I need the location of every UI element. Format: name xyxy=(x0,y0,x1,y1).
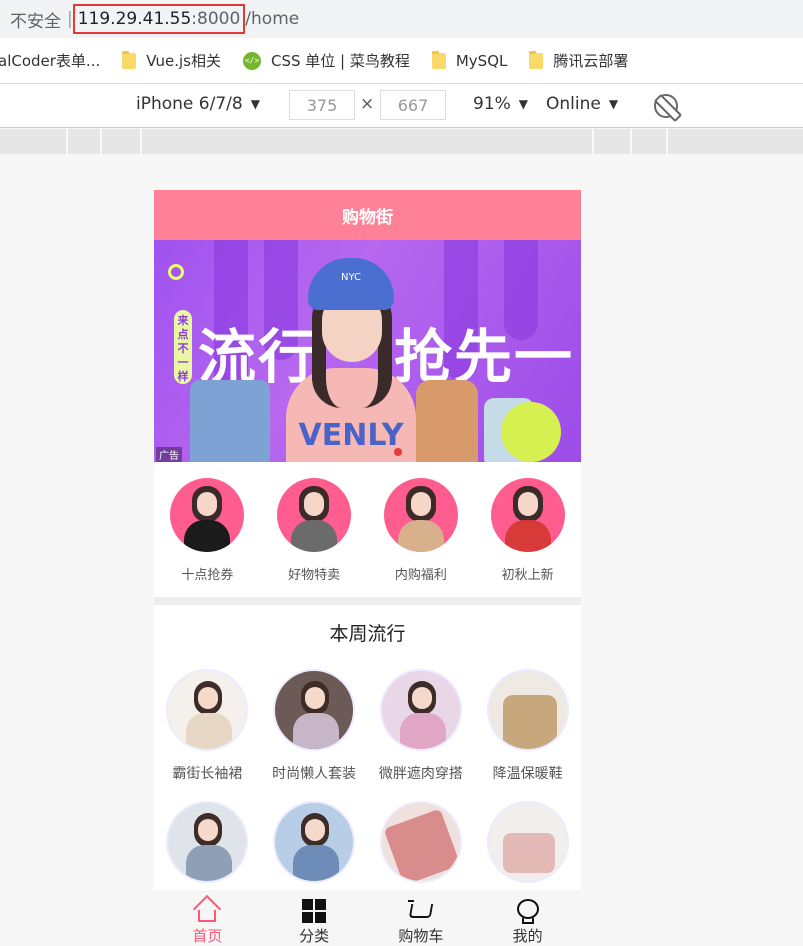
recommend-item[interactable]: 初秋上新 xyxy=(474,478,581,597)
folder-icon xyxy=(431,50,446,69)
recommend-label: 内购福利 xyxy=(394,568,447,583)
url-path: /home xyxy=(245,9,300,29)
banner-swiper[interactable]: 来点不一样 流行 抢先一步 VENLY NYC 广告 xyxy=(154,240,581,462)
chevron-down-icon: ▼ xyxy=(608,97,619,111)
tab-label: 我的 xyxy=(512,927,543,945)
bookmark-label: 腾讯云部署 xyxy=(553,52,629,70)
blob-decoration xyxy=(501,402,561,462)
recommend-item[interactable]: 好物特卖 xyxy=(261,478,368,597)
product-image xyxy=(166,669,249,751)
phone-viewport: 购物街 来点不一样 流行 抢先一步 VENLY NYC 广告 十点抢券 好物特卖 xyxy=(154,190,581,946)
url-port: :8000 xyxy=(191,9,241,29)
chevron-down-icon: ▼ xyxy=(518,97,529,111)
profile-icon xyxy=(515,898,541,924)
tab-cart[interactable]: 购物车 xyxy=(368,892,475,946)
bookmarks-bar: alCoder表单... Vue.js相关 </> CSS 单位 | 菜鸟教程 … xyxy=(0,38,803,84)
section-title: 本周流行 xyxy=(329,623,406,645)
product-image xyxy=(486,669,569,751)
rotate-icon[interactable] xyxy=(654,94,678,118)
week-popular: 本周流行 霸街长袖裙 时尚懒人套装 微胖遮肉穿搭 降温保暖鞋 xyxy=(154,605,581,933)
recommend-item[interactable]: 十点抢券 xyxy=(154,478,261,597)
popular-label: 降温保暖鞋 xyxy=(492,766,563,782)
popular-item[interactable]: 降温保暖鞋 xyxy=(474,669,581,801)
popular-item[interactable]: 时尚懒人套装 xyxy=(261,669,368,801)
folder-icon xyxy=(529,50,544,69)
bookmark-item[interactable]: alCoder表单... xyxy=(0,50,100,71)
cart-icon xyxy=(407,898,434,923)
bookmark-item[interactable]: </> CSS 单位 | 菜鸟教程 xyxy=(242,50,410,71)
model-image: VENLY NYC xyxy=(286,258,416,462)
product-image xyxy=(486,801,569,883)
avatar xyxy=(383,478,458,552)
swiper-indicator[interactable] xyxy=(394,448,402,456)
device-toolbar: iPhone 6/7/8 ▼ 375 × 667 91% ▼ Online ▼ xyxy=(0,84,803,128)
device-select[interactable]: iPhone 6/7/8 ▼ xyxy=(136,94,260,114)
popular-label: 时尚懒人套装 xyxy=(272,766,357,782)
network-select[interactable]: Online ▼ xyxy=(546,94,618,114)
ring-decoration xyxy=(168,264,184,280)
home-icon xyxy=(193,894,222,924)
category-icon xyxy=(301,898,327,923)
zoom-label: 91% xyxy=(473,94,511,114)
nav-bar: 购物街 xyxy=(154,190,581,240)
bookmark-label: alCoder表单... xyxy=(0,52,101,70)
popular-item[interactable]: 微胖遮肉穿搭 xyxy=(368,669,475,801)
bookmark-item[interactable]: 腾讯云部署 xyxy=(529,50,628,71)
product-image xyxy=(379,669,462,751)
hoodie-image xyxy=(416,380,478,462)
product-image xyxy=(273,669,356,751)
avatar xyxy=(490,478,565,552)
tab-category[interactable]: 分类 xyxy=(261,892,368,946)
recommend-item[interactable]: 内购福利 xyxy=(368,478,475,597)
popular-label: 霸街长袖裙 xyxy=(172,766,243,782)
ad-label: 广告 xyxy=(156,447,182,462)
network-label: Online xyxy=(546,94,601,114)
tab-label: 首页 xyxy=(192,927,223,945)
bookmark-label: Vue.js相关 xyxy=(146,52,221,70)
jacket-image xyxy=(190,380,270,462)
tab-bar: 首页 分类 购物车 我的 xyxy=(154,892,581,946)
security-label[interactable]: 不安全 xyxy=(10,7,61,32)
device-label: iPhone 6/7/8 xyxy=(136,94,243,114)
hat-text: NYC xyxy=(340,272,362,283)
code-icon: </> xyxy=(242,51,261,70)
bookmark-item[interactable]: MySQL xyxy=(431,50,508,70)
recommend-list: 十点抢券 好物特卖 内购福利 初秋上新 xyxy=(154,462,581,605)
media-query-ruler xyxy=(0,129,803,154)
height-input[interactable]: 667 xyxy=(380,90,446,120)
product-image xyxy=(379,801,462,883)
width-input[interactable]: 375 xyxy=(289,90,355,120)
avatar xyxy=(170,478,245,552)
product-image xyxy=(273,801,356,883)
tab-label: 分类 xyxy=(299,927,330,945)
chevron-down-icon: ▼ xyxy=(250,97,260,111)
recommend-label: 好物特卖 xyxy=(288,568,341,583)
zoom-select[interactable]: 91% ▼ xyxy=(473,94,528,114)
avatar xyxy=(277,478,352,552)
folder-icon xyxy=(122,50,137,69)
times-sign: × xyxy=(360,94,375,114)
recommend-label: 十点抢券 xyxy=(181,568,234,583)
page-title: 购物街 xyxy=(342,207,393,228)
banner-badge: 来点不一样 xyxy=(174,310,192,384)
tab-profile[interactable]: 我的 xyxy=(474,892,581,946)
product-image xyxy=(166,801,249,883)
tab-label: 购物车 xyxy=(398,927,444,945)
recommend-label: 初秋上新 xyxy=(501,568,554,583)
address-bar[interactable]: 不安全 | 119.29.41.55:8000 /home xyxy=(0,0,803,38)
popular-label: 微胖遮肉穿搭 xyxy=(378,766,463,782)
bookmark-label: CSS 单位 | 菜鸟教程 xyxy=(270,52,410,70)
url-highlight-box: 119.29.41.55:8000 xyxy=(72,4,246,34)
url-host: 119.29.41.55 xyxy=(77,9,192,29)
tab-home[interactable]: 首页 xyxy=(154,892,261,946)
bookmark-label: MySQL xyxy=(455,51,508,70)
popular-item[interactable]: 霸街长袖裙 xyxy=(154,669,261,801)
bookmark-item[interactable]: Vue.js相关 xyxy=(122,50,221,71)
